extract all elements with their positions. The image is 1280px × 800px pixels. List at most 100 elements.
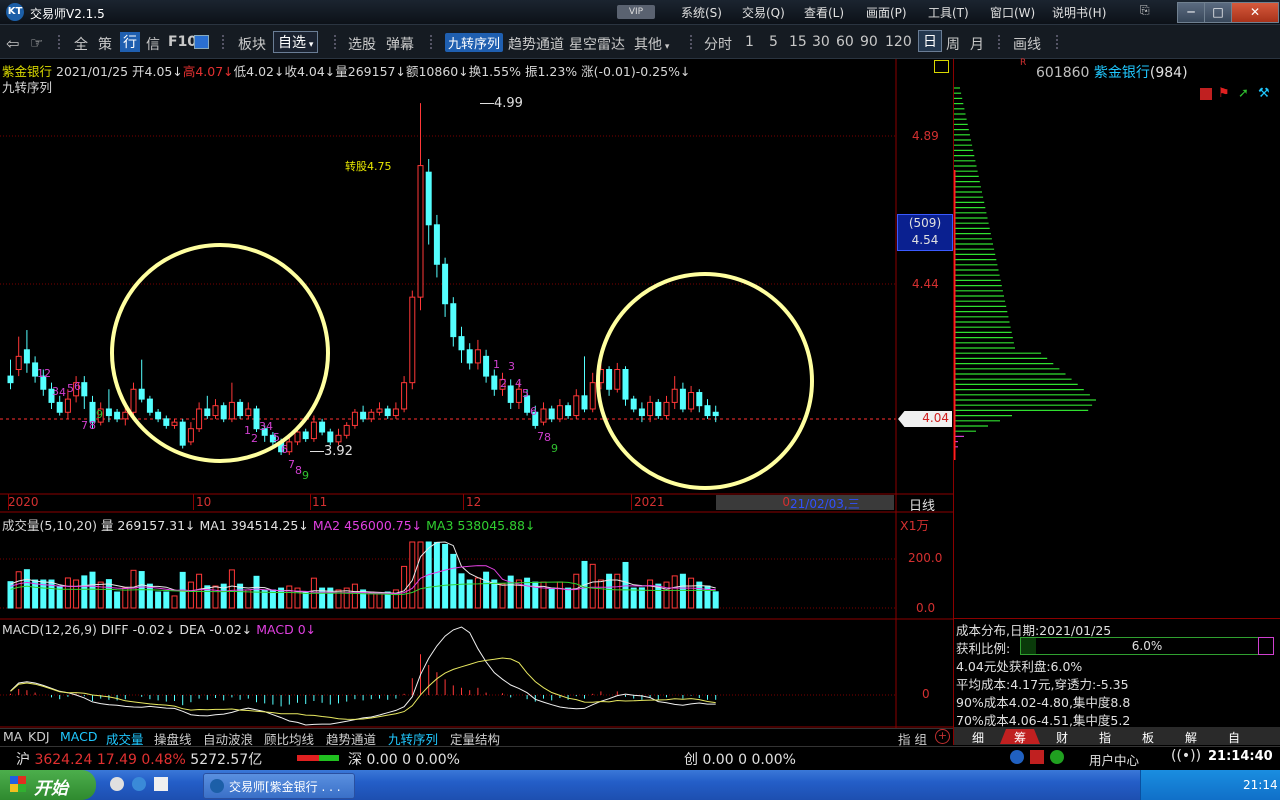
volume-bar (130, 569, 137, 609)
volume-bar (433, 541, 440, 609)
candle-body (114, 411, 121, 420)
menu-tools[interactable]: 工具(T) (928, 4, 969, 21)
volume-tick: 200.0 (908, 551, 943, 565)
tab-gmma[interactable]: 顾比均线 (264, 729, 314, 747)
tb-120min[interactable]: 120 (885, 34, 912, 50)
tb-all[interactable]: 全 (74, 34, 88, 54)
tb-weekly[interactable]: 周 (946, 34, 960, 54)
s-icon[interactable] (1010, 750, 1024, 764)
app-logo-icon: KT (6, 3, 24, 21)
tab-quant[interactable]: 定量结构 (450, 729, 500, 747)
sz-index[interactable]: 深 0.00 0 0.00% (348, 749, 460, 769)
rtab-detail[interactable]: 细 (958, 729, 998, 745)
quicklaunch-icon[interactable] (110, 777, 124, 791)
globe-icon[interactable] (1050, 750, 1064, 764)
tb-5min[interactable]: 5 (769, 34, 778, 50)
tab-indicator-group[interactable]: 指 组 (898, 729, 927, 747)
candle-body (310, 421, 317, 440)
close-button[interactable]: ✕ (1231, 2, 1279, 23)
ie-icon[interactable] (132, 777, 146, 791)
cy-index[interactable]: 创 0.00 0 0.00% (684, 749, 796, 769)
tb-sector[interactable]: 板块 (238, 34, 266, 54)
tb-90min[interactable]: 90 (860, 34, 878, 50)
taskbar-app-button[interactable]: 交易师[紫金银行 . . . (203, 773, 355, 799)
tb-strategy[interactable]: 策 (98, 34, 112, 54)
tb-trend-channel[interactable]: 趋势通道 (508, 34, 564, 54)
rtab-index[interactable]: 指 (1085, 729, 1125, 745)
watchlist-dropdown[interactable]: 自选 ▾ (273, 31, 319, 53)
volume-bar (401, 565, 408, 609)
candle-body (64, 398, 71, 413)
menu-screen[interactable]: 画面(P) (866, 4, 907, 21)
rtab-sector[interactable]: 板 (1128, 729, 1168, 745)
menu-trade[interactable]: 交易(Q) (742, 4, 785, 21)
explorer-icon[interactable] (154, 777, 168, 791)
minimize-button[interactable]: ─ (1177, 2, 1205, 23)
restore-layout-icon[interactable]: ⎘ (1140, 3, 1150, 18)
tb-info[interactable]: 信 (146, 34, 160, 54)
tb-intraday[interactable]: 分时 (704, 34, 732, 54)
tb-30min[interactable]: 30 (812, 34, 830, 50)
tb-60min[interactable]: 60 (836, 34, 854, 50)
tb-draw[interactable]: 画线 (1013, 34, 1041, 54)
tb-screener[interactable]: 选股 (348, 34, 376, 54)
volume-bar (81, 575, 88, 609)
tab-trend[interactable]: 趋势通道 (326, 729, 376, 747)
candle-body (302, 431, 309, 440)
nine-turn-2: 2 (44, 367, 51, 380)
add-indicator-icon[interactable]: + (935, 729, 950, 744)
tb-nine-turn[interactable]: 九转序列 (445, 33, 504, 52)
menu-window[interactable]: 窗口(W) (990, 4, 1035, 21)
nine-turn-2b: 2 (251, 432, 258, 445)
tab-caopan[interactable]: 操盘线 (154, 729, 192, 747)
candle-body (171, 421, 178, 426)
tab-ma[interactable]: MA (3, 729, 22, 744)
tb-radar[interactable]: 星空雷达 (569, 34, 625, 54)
tab-volume[interactable]: 成交量 (106, 729, 144, 747)
volume-bar (286, 585, 293, 609)
cost-line: 90%成本4.02-4.80,集中度8.8 (956, 695, 1131, 710)
hand-icon[interactable]: ☞ (30, 34, 43, 52)
tb-quote[interactable]: 行 (120, 32, 140, 52)
sh-index[interactable]: 沪 3624.24 17.49 0.48% 5272.57亿 (16, 749, 262, 769)
rtab-finance[interactable]: 财 (1042, 729, 1082, 745)
volume-bar (589, 563, 596, 609)
tb-15min[interactable]: 15 (789, 34, 807, 50)
volume-ma2: MA2 456000.75↓ (312, 518, 423, 533)
tb-daily[interactable]: 日 (918, 30, 942, 52)
menu-system[interactable]: 系统(S) (681, 4, 722, 21)
volume-bar (712, 591, 719, 609)
volume-bar (245, 589, 252, 609)
sh-pct: 0.48% (141, 752, 186, 768)
tb-danmaku[interactable]: 弹幕 (386, 34, 414, 54)
window-icon[interactable] (194, 35, 209, 49)
tb-other[interactable]: 其他 ▾ (634, 34, 669, 54)
candle-body (196, 408, 203, 430)
m-icon[interactable] (1030, 750, 1044, 764)
rtab-explain[interactable]: 解 (1171, 729, 1211, 745)
candle-body (425, 171, 432, 226)
rtab-chips[interactable]: 筹 (1000, 729, 1040, 744)
candle-body (515, 388, 522, 403)
tab-nine-turn[interactable]: 九转序列 (388, 729, 438, 747)
maximize-button[interactable]: □ (1204, 2, 1232, 23)
user-center-link[interactable]: 用户中心 (1089, 750, 1139, 769)
candle-body (622, 369, 629, 400)
tb-f10[interactable]: F10 (168, 34, 197, 50)
menu-manual[interactable]: 说明书(H) (1052, 4, 1106, 21)
back-icon[interactable]: ⇦ (6, 34, 19, 53)
tab-kdj[interactable]: KDJ (28, 729, 50, 744)
nine-turn-1c: 1 (493, 358, 500, 371)
vip-badge[interactable]: VIP (617, 5, 655, 19)
tb-1min[interactable]: 1 (745, 34, 754, 50)
tab-macd[interactable]: MACD (60, 729, 97, 744)
tab-wave[interactable]: 自动波浪 (203, 729, 253, 747)
windows-logo-icon (10, 776, 26, 792)
volume-bar (163, 591, 170, 609)
rtab-custom[interactable]: 自 (1214, 729, 1254, 745)
start-button[interactable]: 开始 (0, 770, 96, 800)
candle-body (163, 418, 170, 426)
menu-view[interactable]: 查看(L) (804, 4, 844, 21)
tb-monthly[interactable]: 月 (970, 34, 984, 54)
candle-body (376, 408, 383, 413)
